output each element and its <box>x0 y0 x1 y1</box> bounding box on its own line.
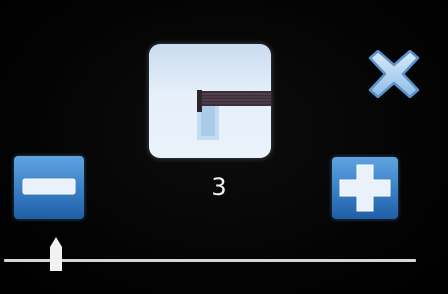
slider-track[interactable] <box>4 259 416 262</box>
slider-thumb[interactable] <box>49 237 63 273</box>
screen: 3 <box>0 0 448 294</box>
close-icon <box>368 49 420 99</box>
slider-thumb-icon <box>50 237 62 271</box>
increase-button[interactable] <box>332 157 398 219</box>
close-button[interactable] <box>368 49 420 99</box>
counter-value: 3 <box>211 173 227 201</box>
decrease-button[interactable] <box>14 156 84 219</box>
preview-image <box>149 44 271 158</box>
plus-icon <box>339 164 391 212</box>
minus-icon <box>22 178 76 195</box>
ribbon-cable-image <box>197 90 271 140</box>
